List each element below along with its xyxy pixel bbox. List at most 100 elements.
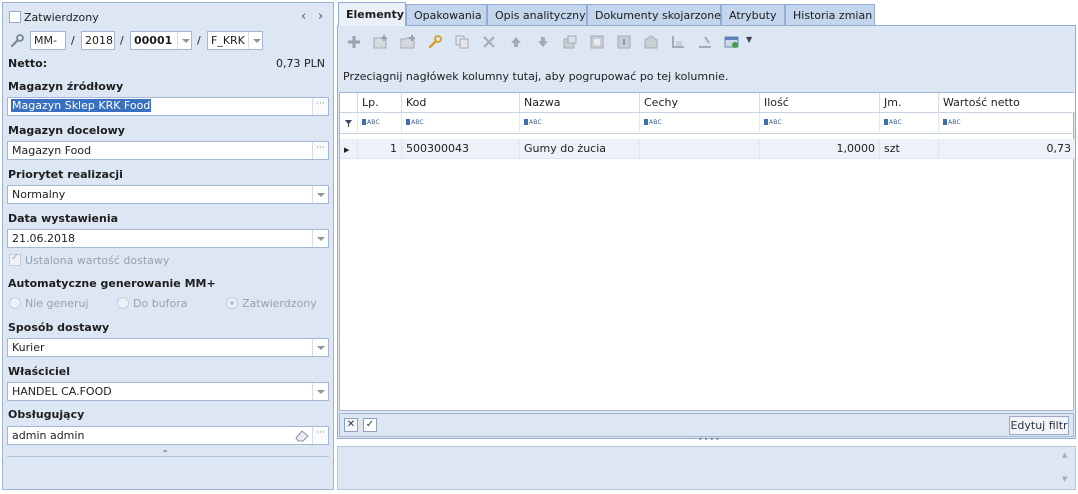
splitter-handle[interactable]: ••••	[698, 435, 721, 444]
filter-cell-ilosc[interactable]: ABC	[760, 113, 880, 134]
owner-label: Właściciel	[8, 365, 70, 378]
doc-number-dropdown[interactable]	[177, 32, 191, 49]
scroll-down-icon[interactable]: ▼	[1062, 475, 1067, 483]
doc-year-field[interactable]: 2018	[81, 31, 115, 50]
tab-atrybuty[interactable]: Atrybuty	[721, 4, 785, 25]
view-options-dropdown-icon[interactable]: ▼	[746, 35, 752, 44]
cell-lp: 1	[358, 139, 402, 159]
move-down-icon[interactable]	[535, 34, 551, 50]
column-header-jm[interactable]: Jm.	[880, 93, 939, 113]
split-icon[interactable]	[562, 34, 578, 50]
chevron-down-icon[interactable]	[312, 339, 328, 356]
warehouse-icon[interactable]	[643, 34, 659, 50]
clear-filter-button[interactable]: ✕	[344, 418, 358, 432]
group-by-hint: Przeciągnij nagłówek kolumny tutaj, aby …	[343, 70, 729, 83]
attribute-icon[interactable]	[697, 34, 713, 50]
elements-grid: Lp. Kod Nazwa Cechy Ilość Jm. Wartość ne…	[339, 92, 1075, 411]
target-warehouse-label: Magazyn docelowy	[8, 124, 125, 137]
doc-number-field[interactable]: 00001	[130, 31, 192, 50]
tab-historia-zmian[interactable]: Historia zmian	[785, 4, 875, 25]
enable-filter-checkbox[interactable]: ✓	[363, 418, 377, 432]
handler-ellipsis-button[interactable]: ···	[312, 427, 328, 444]
chevron-left-icon[interactable]: ‹	[301, 9, 306, 24]
cell-cechy	[640, 139, 760, 159]
source-warehouse-field[interactable]: Magazyn Sklep KRK Food ···	[7, 97, 329, 116]
add-icon[interactable]	[346, 34, 362, 50]
cell-wartosc-netto: 0,73	[939, 139, 1075, 159]
tab-dokumenty-skojarzone[interactable]: Dokumenty skojarzone	[587, 4, 721, 25]
target-warehouse-ellipsis-button[interactable]: ···	[312, 142, 328, 159]
doc-prefix-field[interactable]: MM-	[30, 31, 66, 50]
issue-date-field[interactable]: 21.06.2018	[7, 229, 329, 248]
delete-icon[interactable]	[481, 34, 497, 50]
net-value: 0,73 PLN	[276, 57, 325, 70]
chevron-right-icon[interactable]: ›	[318, 9, 323, 24]
priority-select[interactable]: Normalny	[7, 185, 329, 204]
column-header-nazwa[interactable]: Nazwa	[520, 93, 640, 113]
filter-cell-jm[interactable]: ABC	[880, 113, 939, 134]
edit-filter-button[interactable]: Edytuj filtr	[1009, 416, 1069, 435]
handler-label: Obsługujący	[8, 408, 85, 421]
doc-series-field[interactable]: F_KRK	[207, 31, 263, 50]
cell-jm: szt	[880, 139, 939, 159]
eraser-icon[interactable]	[294, 428, 310, 443]
add-folder-icon[interactable]	[400, 34, 416, 50]
approved-checkbox[interactable]	[9, 11, 21, 23]
radio-approved[interactable]	[226, 297, 238, 309]
move-up-icon[interactable]	[508, 34, 524, 50]
resources-icon[interactable]	[616, 34, 632, 50]
fixed-delivery-label: Ustalona wartość dostawy	[25, 254, 170, 267]
column-header-cechy[interactable]: Cechy	[640, 93, 760, 113]
edit-wrench-icon[interactable]	[427, 34, 443, 50]
chevron-down-icon[interactable]	[312, 230, 328, 247]
stock-icon[interactable]	[670, 34, 686, 50]
delivery-method-label: Sposób dostawy	[8, 321, 110, 334]
wrench-icon[interactable]	[9, 33, 25, 49]
filter-row-indicator	[340, 113, 358, 134]
fixed-delivery-checkbox[interactable]: ✓	[9, 252, 21, 266]
priority-label: Priorytet realizacji	[8, 168, 123, 181]
cell-kod: 500300043	[402, 139, 520, 159]
tab-opakowania[interactable]: Opakowania	[406, 4, 487, 25]
radio-to-buffer[interactable]	[117, 297, 129, 309]
filter-cell-cechy[interactable]: ABC	[640, 113, 760, 134]
scroll-up-icon[interactable]: ▲	[1062, 451, 1067, 459]
doc-series-dropdown[interactable]	[248, 32, 262, 49]
handler-field[interactable]: admin admin ···	[7, 426, 329, 445]
copy-icon[interactable]	[454, 34, 470, 50]
chevron-down-icon[interactable]	[312, 186, 328, 203]
source-warehouse-ellipsis-button[interactable]: ···	[312, 98, 328, 115]
tab-elementy[interactable]: Elementy	[338, 2, 406, 26]
filter-cell-nazwa[interactable]: ABC	[520, 113, 640, 134]
view-options-icon[interactable]	[724, 34, 740, 50]
filter-funnel-icon	[345, 120, 352, 127]
filter-cell-wartosc-netto[interactable]: ABC	[939, 113, 1075, 134]
details-pane: ▲ ▼	[337, 446, 1076, 490]
issue-date-label: Data wystawienia	[8, 212, 119, 225]
details-scrollbar[interactable]: ▲ ▼	[1059, 449, 1073, 487]
filter-cell-lp[interactable]: ABC	[358, 113, 402, 134]
chevron-down-icon[interactable]	[312, 383, 328, 400]
merge-icon[interactable]	[589, 34, 605, 50]
delivery-method-select[interactable]: Kurier	[7, 338, 329, 357]
net-label: Netto:	[8, 57, 48, 70]
filter-footer: ✕ ✓ Edytuj filtr	[339, 413, 1074, 437]
cell-ilosc: 1,0000	[760, 139, 880, 159]
row-indicator: ▶	[340, 139, 358, 159]
auto-generation-label: Automatyczne generowanie MM+	[8, 277, 216, 290]
approved-label: Zatwierdzony	[24, 11, 99, 24]
row-indicator-header	[340, 93, 358, 113]
tab-opis-analityczny[interactable]: Opis analityczny	[487, 4, 587, 25]
collapse-up-icon[interactable]: ⌃	[161, 449, 169, 460]
target-warehouse-field[interactable]: Magazyn Food ···	[7, 141, 329, 160]
filter-cell-kod[interactable]: ABC	[402, 113, 520, 134]
owner-select[interactable]: HANDEL CA.FOOD	[7, 382, 329, 401]
source-warehouse-label: Magazyn źródłowy	[8, 80, 124, 93]
column-header-wartosc-netto[interactable]: Wartość netto	[939, 93, 1075, 113]
column-header-ilosc[interactable]: Ilość	[760, 93, 880, 113]
radio-no-generate[interactable]	[9, 297, 21, 309]
row-pointer-icon: ▶	[344, 146, 350, 154]
column-header-kod[interactable]: Kod	[402, 93, 520, 113]
column-header-lp[interactable]: Lp.	[358, 93, 402, 113]
add-from-list-icon[interactable]	[373, 34, 389, 50]
